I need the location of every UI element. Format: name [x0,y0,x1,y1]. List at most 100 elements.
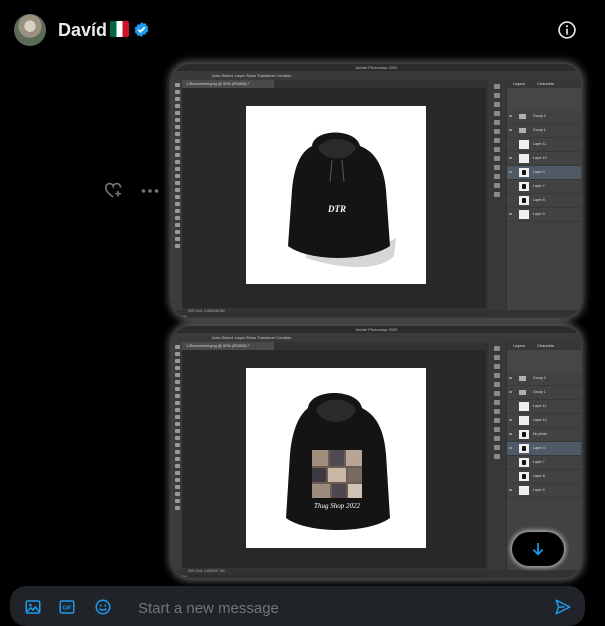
media-icon[interactable] [24,598,42,616]
photoshop-options-bar: Auto-Select: Layer Show Transform Contro… [172,71,581,80]
layer-row: No photo [507,428,581,442]
layer-thumbnail [519,402,529,411]
layer-label: Group 1 [533,390,546,394]
layer-thumbnail [519,472,529,481]
photoshop-panel-icons [488,80,506,310]
photoshop-timeline: Timeline [172,314,486,318]
layer-row: Group 2 [507,110,581,124]
layer-row: Layer 7 [507,456,581,470]
photoshop-panel-icons [488,342,506,570]
photoshop-document-tab: 1-Recovered.png @ 50% (RGB/8) * [182,80,274,88]
layer-thumbnail [519,458,529,467]
layer-thumbnail [519,430,529,439]
message-composer: GIF [10,586,585,626]
layer-thumbnail [519,210,529,219]
info-icon[interactable] [557,20,577,40]
eye-icon [509,129,512,131]
hoodie-print-text: DTR [327,204,346,214]
arrow-down-icon [532,543,544,556]
layer-label: Layer 7 [533,460,545,464]
eye-icon [509,433,512,435]
layer-label: Layer 11 [533,404,547,408]
layer-label: Layer 0 [533,212,545,216]
send-icon[interactable] [554,598,572,616]
contact-name[interactable]: Davíd [58,20,107,41]
layer-row: Layer 0 [507,484,581,498]
eye-icon [509,489,512,491]
layers-panel-tabs: Layers Channels [507,342,581,350]
avatar[interactable] [14,14,46,46]
emoji-icon[interactable] [94,598,112,616]
layer-row: Layer 10 [507,152,581,166]
folder-icon [519,390,526,395]
gif-icon[interactable]: GIF [58,598,76,616]
layer-thumbnail [519,444,529,453]
folder-icon [519,114,526,119]
layer-label: Group 1 [533,128,546,132]
layer-row: Layer 8 [507,470,581,484]
layers-panel-tabs: Layers Channels [507,80,581,88]
eye-icon [509,115,512,117]
layer-thumbnail [519,182,529,191]
more-options-icon[interactable] [140,182,160,200]
eye-icon [509,447,512,449]
layer-label: Layer 10 [533,418,547,422]
eye-icon [509,213,512,215]
layer-label: Layer 11 [533,142,547,146]
photoshop-toolbar [172,80,182,310]
eye-icon [509,157,512,159]
layer-label: Layer 0 [533,488,545,492]
layers-list: Group 2 Group 1 Layer 11 Layer 10 No photo La… [507,372,581,498]
react-heart-plus-icon[interactable] [104,181,124,199]
layer-row: Layer 11 [507,138,581,152]
layer-thumbnail [519,140,529,149]
eye-icon [509,171,512,173]
image-attachment-1[interactable]: Adobe Photoshop 2020 Auto-Select: Layer … [172,64,581,318]
layer-thumbnail [519,154,529,163]
hoodie-image: DTR [288,132,396,268]
layer-label: Layer 7 [533,184,545,188]
layer-row: Layer 4 [507,442,581,456]
layer-label: Group 2 [533,114,546,118]
layer-row: Layer 10 [507,414,581,428]
layer-thumbnail [519,486,529,495]
layers-list: Group 2 Group 1 Layer 11 Layer 10 Layer 4 Lay… [507,110,581,222]
layer-thumbnail [519,168,529,177]
photoshop-timeline: Timeline [172,574,486,578]
photoshop-canvas-area: Thug Shop 2022 [182,350,486,568]
photoshop-canvas-area: DTR [182,88,486,308]
layer-row: Group 1 [507,124,581,138]
layer-row: Layer 4 [507,166,581,180]
layer-row: Layer 7 [507,180,581,194]
layer-label: Layer 4 [533,446,545,450]
photoshop-canvas: DTR [246,106,426,284]
message-input[interactable] [136,596,530,620]
photoshop-document-tab: 1-Recovered.png @ 50% (RGB/8) * [182,342,274,350]
hoodie-image: Thug Shop 2022 [286,393,390,530]
eye-icon [509,419,512,421]
layer-label: Layer 8 [533,198,545,202]
layer-label: Layer 8 [533,474,545,478]
hoodie-print-text: Thug Shop 2022 [314,502,360,510]
folder-icon [519,128,526,133]
layer-label: Group 2 [533,376,546,380]
layer-label: Layer 4 [533,170,545,174]
svg-text:GIF: GIF [63,606,73,612]
eye-icon [509,377,512,379]
eye-icon [509,391,512,393]
layer-label: Layer 10 [533,156,547,160]
layer-row: Layer 11 [507,400,581,414]
layer-row: Layer 8 [507,194,581,208]
photoshop-options-bar: Auto-Select: Layer Show Transform Contro… [172,333,581,342]
layer-row: Layer 0 [507,208,581,222]
photoshop-layers-panel: Layers Channels Group 2 Group 1 Layer 11 Lay… [507,80,581,310]
folder-icon [519,376,526,381]
layer-thumbnail [519,416,529,425]
scroll-to-bottom-button[interactable] [512,532,564,566]
conversation-header: Davíd [0,0,605,60]
photoshop-toolbar [172,342,182,570]
photoshop-title-bar: Adobe Photoshop 2020 [172,64,581,71]
photoshop-canvas: Thug Shop 2022 [246,368,426,548]
message-actions [104,180,164,202]
layer-thumbnail [519,196,529,205]
